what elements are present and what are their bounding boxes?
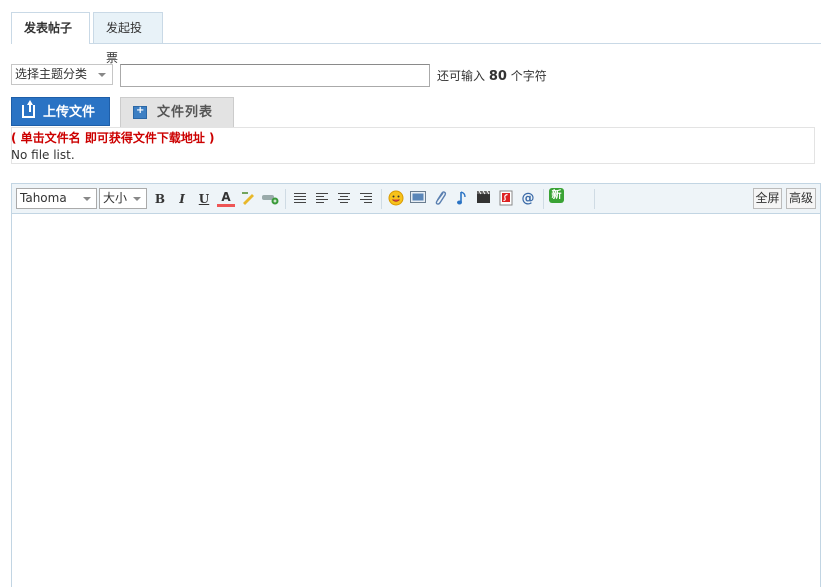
upload-label: 上传文件 [43,105,96,120]
counter-suffix: 个字符 [510,69,547,83]
font-family-select[interactable]: Tahoma [16,188,97,209]
font-family-value: Tahoma [20,191,67,205]
upload-file-button[interactable]: 上传文件 [11,97,110,126]
tab-post-thread[interactable]: 发表帖子 [11,12,90,44]
counter-value: 80 [488,69,507,84]
category-select-value: 选择主题分类 [15,67,88,81]
flash-icon[interactable] [497,190,515,208]
highlight-icon[interactable] [239,190,257,208]
align-center-icon[interactable] [338,193,350,204]
toolbar-divider [543,189,544,209]
counter-prefix: 还可输入 [437,69,486,83]
image-icon[interactable] [409,190,427,208]
link-icon[interactable] [261,190,279,208]
font-color-button[interactable]: A [217,190,235,207]
underline-button[interactable]: U [195,190,213,208]
align-justify-icon[interactable] [294,193,306,204]
bold-button[interactable]: B [151,190,169,208]
toolbar-divider [594,189,595,209]
upload-icon [22,100,35,118]
no-file-text: No file list. [11,148,75,162]
category-select[interactable]: 选择主题分类 [11,64,113,85]
editor-area[interactable] [11,183,821,587]
font-size-value: 大小 [103,191,128,205]
toolbar-divider [381,189,382,209]
chevron-down-icon [83,197,91,201]
align-right-icon[interactable] [360,193,372,204]
char-counter: 还可输入 80 个字符 [437,67,547,84]
new-feature-badge[interactable]: 新 [549,188,564,203]
file-list-icon [133,104,147,119]
advanced-mode-button[interactable]: 高级 [786,188,816,209]
italic-button[interactable]: I [173,190,191,208]
file-list-label: 文件列表 [157,105,214,120]
music-icon[interactable] [453,190,471,208]
file-hint: ( 单击文件名 即可获得文件下载地址 ) [11,131,215,145]
file-list-tab[interactable]: 文件列表 [120,97,234,128]
toolbar-divider [285,189,286,209]
subject-input[interactable] [120,64,430,87]
align-left-icon[interactable] [316,193,328,204]
font-size-select[interactable]: 大小 [99,188,147,209]
chevron-down-icon [98,73,106,77]
video-icon[interactable] [475,190,493,208]
attachment-icon[interactable] [431,190,449,208]
tab-start-poll[interactable]: 发起投票 [93,12,163,65]
emoticon-icon[interactable] [387,190,405,208]
chevron-down-icon [133,197,141,201]
post-tabs: 发表帖子 发起投票 [11,12,821,65]
at-mention-icon[interactable]: @ [519,190,537,208]
fullscreen-button[interactable]: 全屏 [753,188,782,209]
